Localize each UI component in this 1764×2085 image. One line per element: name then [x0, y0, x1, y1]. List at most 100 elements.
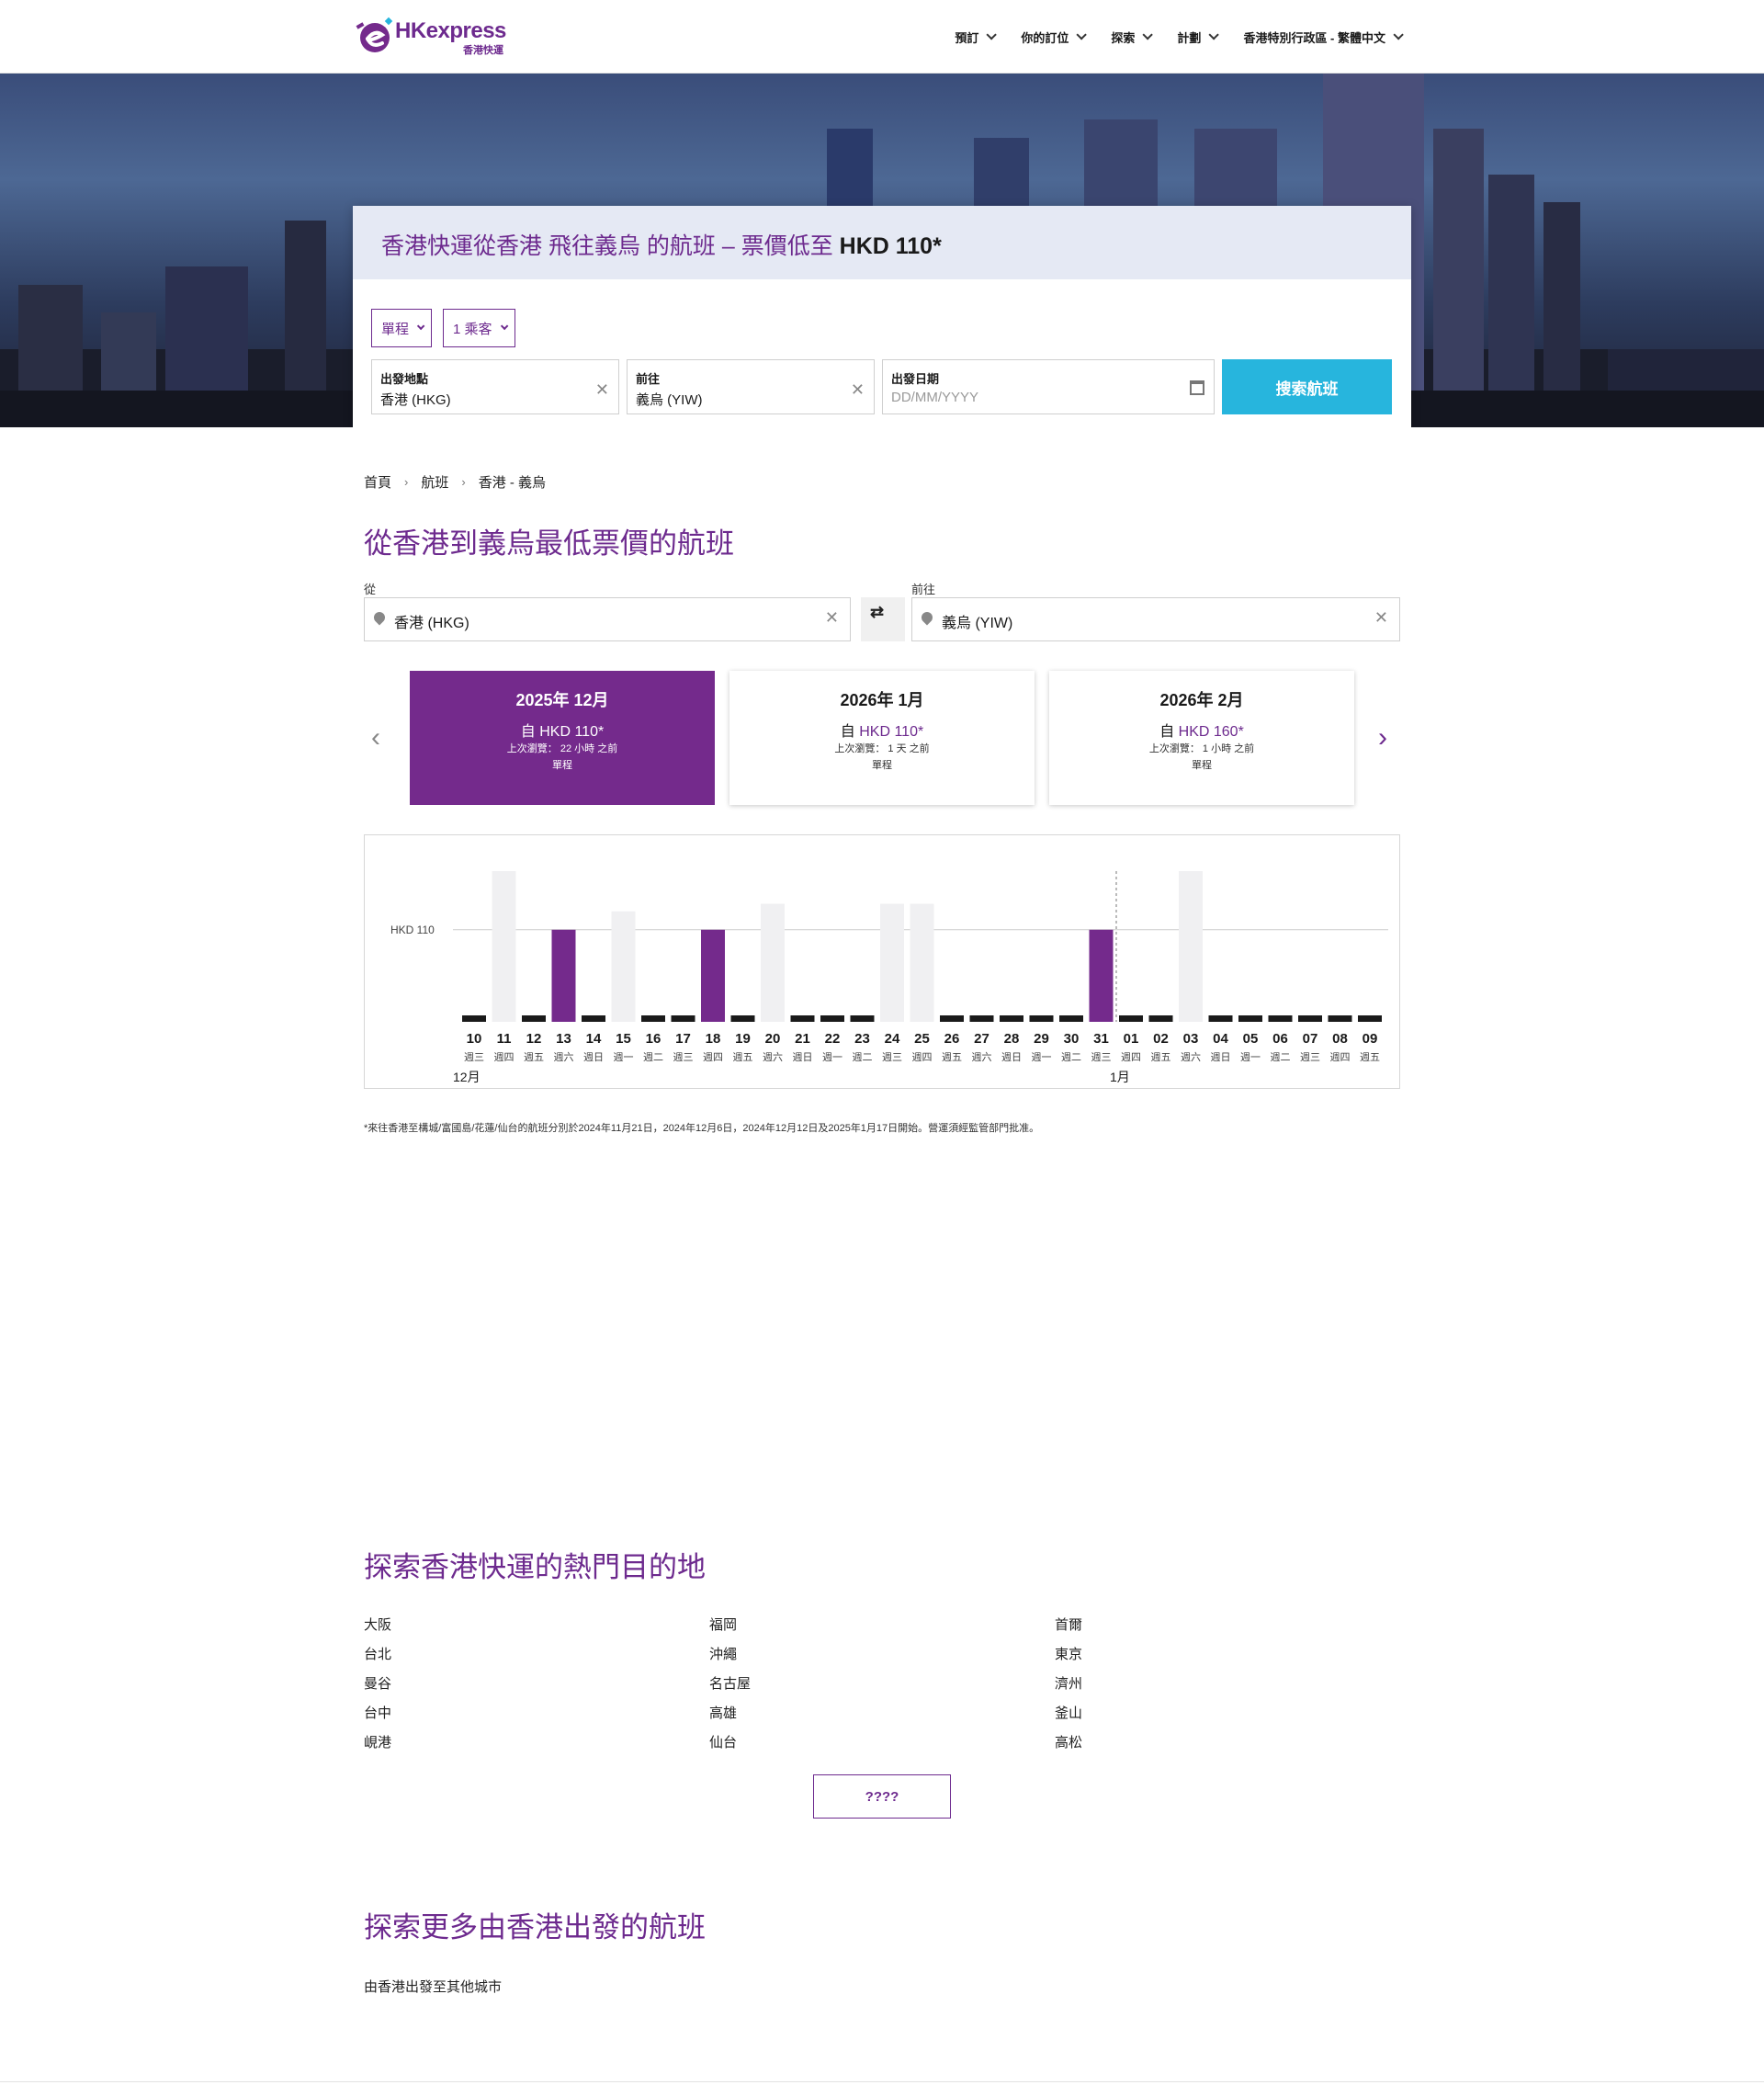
destination-link[interactable]: 濟州: [1055, 1676, 1082, 1705]
day-label[interactable]: 21: [795, 1031, 810, 1047]
nav-item-my-booking[interactable]: 你的訂位: [1021, 28, 1088, 46]
no-fare-bar[interactable]: [940, 1015, 964, 1022]
day-label[interactable]: 16: [646, 1031, 662, 1047]
destination-link[interactable]: 東京: [1055, 1647, 1082, 1676]
day-label[interactable]: 28: [1004, 1031, 1020, 1047]
day-label[interactable]: 11: [497, 1031, 512, 1047]
day-label[interactable]: 12: [526, 1031, 542, 1047]
day-label[interactable]: 17: [675, 1031, 691, 1047]
day-label[interactable]: 10: [467, 1031, 482, 1047]
swap-route-button[interactable]: ⇄: [861, 597, 905, 641]
nav-item-language[interactable]: 香港特別行政區 - 繁體中文: [1243, 28, 1404, 46]
route-to-field[interactable]: 義烏 (YIW) ✕: [911, 597, 1400, 641]
no-fare-bar[interactable]: [522, 1015, 546, 1022]
day-label[interactable]: 19: [735, 1031, 751, 1047]
show-more-button[interactable]: ????: [813, 1774, 951, 1819]
destination-field[interactable]: 前往 義烏 (YIW) ✕: [627, 359, 875, 414]
no-fare-bar[interactable]: [1298, 1015, 1322, 1022]
nav-item-plan[interactable]: 計劃: [1177, 28, 1220, 46]
fare-bar[interactable]: [1089, 929, 1114, 1022]
day-label[interactable]: 02: [1153, 1031, 1169, 1047]
day-label[interactable]: 06: [1272, 1031, 1288, 1047]
route-from-field[interactable]: 香港 (HKG) ✕: [364, 597, 851, 641]
no-fare-bar[interactable]: [790, 1015, 815, 1022]
no-fare-bar[interactable]: [1000, 1015, 1023, 1022]
prev-month-arrow-icon[interactable]: ‹: [371, 722, 380, 754]
day-label[interactable]: 13: [556, 1031, 571, 1047]
day-label[interactable]: 15: [616, 1031, 631, 1047]
destination-link[interactable]: 台北: [364, 1647, 391, 1676]
day-label[interactable]: 08: [1332, 1031, 1348, 1047]
no-fare-bar[interactable]: [641, 1015, 665, 1022]
breadcrumb-flights[interactable]: 航班: [421, 472, 448, 492]
destination-link[interactable]: 首爾: [1055, 1617, 1082, 1647]
day-label[interactable]: 18: [706, 1031, 721, 1047]
no-fare-bar[interactable]: [1208, 1015, 1233, 1022]
no-fare-bar[interactable]: [730, 1015, 755, 1022]
day-label[interactable]: 24: [885, 1031, 900, 1047]
no-fare-bar[interactable]: [1059, 1015, 1083, 1022]
origin-field[interactable]: 出發地點 香港 (HKG) ✕: [371, 359, 619, 414]
departure-date-field[interactable]: 出發日期 DD/MM/YYYY: [882, 359, 1215, 414]
destination-link[interactable]: 高松: [1055, 1735, 1082, 1764]
hk-express-logo[interactable]: HKexpress 香港快運: [355, 15, 511, 59]
search-flights-button[interactable]: 搜索航班: [1222, 359, 1392, 414]
no-fare-bar[interactable]: [1328, 1015, 1352, 1022]
clear-icon[interactable]: ✕: [851, 380, 865, 400]
clear-icon[interactable]: ✕: [825, 608, 839, 628]
day-label[interactable]: 29: [1034, 1031, 1049, 1047]
no-fare-bar[interactable]: [1148, 1015, 1173, 1022]
destination-link[interactable]: 釜山: [1055, 1705, 1082, 1735]
day-label[interactable]: 26: [944, 1031, 960, 1047]
day-label[interactable]: 05: [1243, 1031, 1259, 1047]
day-label[interactable]: 22: [825, 1031, 841, 1047]
next-month-arrow-icon[interactable]: ›: [1378, 722, 1387, 754]
destination-link[interactable]: 台中: [364, 1705, 391, 1735]
no-fare-bar[interactable]: [850, 1015, 875, 1022]
no-fare-bar[interactable]: [1268, 1015, 1293, 1022]
no-fare-bar[interactable]: [1358, 1015, 1382, 1022]
month-card-jan-2026[interactable]: 2026年 1月 自 HKD 110* 上次瀏覽： 1 天 之前 單程: [729, 671, 1035, 805]
no-fare-bar[interactable]: [1029, 1015, 1054, 1022]
day-label[interactable]: 07: [1303, 1031, 1318, 1047]
clear-icon[interactable]: ✕: [1374, 608, 1388, 628]
day-label[interactable]: 04: [1213, 1031, 1228, 1047]
breadcrumb-home[interactable]: 首頁: [364, 472, 391, 492]
destination-link[interactable]: 名古屋: [709, 1676, 751, 1705]
day-label[interactable]: 31: [1093, 1031, 1109, 1047]
destination-link[interactable]: 高雄: [709, 1705, 751, 1735]
month-card-feb-2026[interactable]: 2026年 2月 自 HKD 160* 上次瀏覽： 1 小時 之前 單程: [1049, 671, 1354, 805]
nav-item-explore[interactable]: 探索: [1111, 28, 1154, 46]
day-label[interactable]: 25: [914, 1031, 930, 1047]
destination-link[interactable]: 曼谷: [364, 1676, 391, 1705]
day-label[interactable]: 14: [586, 1031, 602, 1047]
nav-item-booking[interactable]: 預訂: [955, 28, 998, 46]
day-label[interactable]: 23: [854, 1031, 870, 1047]
destination-link[interactable]: 峴港: [364, 1735, 391, 1764]
more-flights-link[interactable]: 由香港出發至其他城市: [364, 1977, 502, 1996]
no-fare-bar[interactable]: [1119, 1015, 1143, 1022]
no-fare-bar[interactable]: [462, 1015, 486, 1022]
destination-link[interactable]: 仙台: [709, 1735, 751, 1764]
day-label[interactable]: 01: [1124, 1031, 1139, 1047]
no-fare-bar[interactable]: [969, 1015, 994, 1022]
fare-bar[interactable]: [551, 929, 576, 1022]
day-label[interactable]: 27: [974, 1031, 989, 1047]
day-label[interactable]: 20: [765, 1031, 781, 1047]
day-label[interactable]: 03: [1183, 1031, 1199, 1047]
destination-link[interactable]: 大阪: [364, 1617, 391, 1647]
no-fare-bar[interactable]: [1238, 1015, 1262, 1022]
day-label[interactable]: 30: [1064, 1031, 1080, 1047]
no-fare-bar[interactable]: [582, 1015, 605, 1022]
destination-link[interactable]: 沖繩: [709, 1647, 751, 1676]
clear-icon[interactable]: ✕: [595, 380, 609, 400]
destination-link[interactable]: 福岡: [709, 1617, 751, 1647]
fare-bar[interactable]: [701, 929, 725, 1022]
calendar-icon[interactable]: [1190, 380, 1204, 395]
trip-type-dropdown[interactable]: 單程: [371, 309, 433, 347]
no-fare-bar[interactable]: [820, 1015, 844, 1022]
no-fare-bar[interactable]: [671, 1015, 695, 1022]
day-label[interactable]: 09: [1363, 1031, 1378, 1047]
month-card-dec-2025[interactable]: 2025年 12月 自 HKD 110* 上次瀏覽： 22 小時 之前 單程: [410, 671, 715, 805]
passenger-dropdown[interactable]: 1 乘客: [443, 309, 515, 347]
